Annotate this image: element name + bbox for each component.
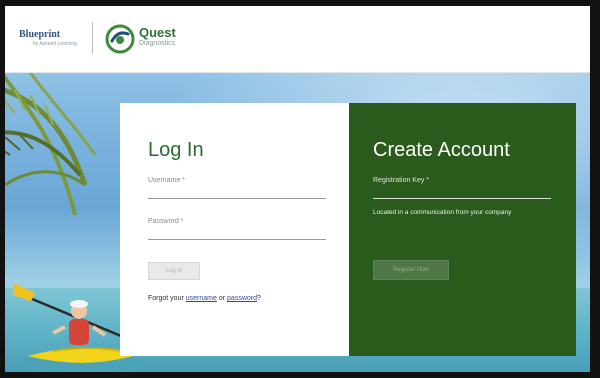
registration-key-hint: Located in a communication from your com… <box>373 209 512 216</box>
header-bar: Blueprint by Ascend Learning Quest Diagn… <box>5 6 590 73</box>
login-button[interactable]: Log In <box>148 262 200 280</box>
forgot-credentials-text: Forgot your username or password? <box>148 295 261 302</box>
forgot-password-link[interactable]: password <box>227 295 257 302</box>
username-underline <box>148 198 326 199</box>
username-field[interactable]: Username * <box>148 177 326 199</box>
create-account-panel: Create Account Registration Key * Locate… <box>349 103 576 356</box>
app-window: Blueprint by Ascend Learning Quest Diagn… <box>0 0 600 378</box>
quest-tagline: Diagnostics <box>139 40 176 47</box>
login-panel: Log In Username * Password * Log In Forg… <box>120 103 350 356</box>
blueprint-logo: Blueprint by Ascend Learning <box>19 30 77 47</box>
register-button[interactable]: Register Now <box>373 260 449 280</box>
forgot-or: or <box>218 295 226 302</box>
forgot-username-link[interactable]: username <box>186 295 217 302</box>
password-field[interactable]: Password * <box>148 218 326 240</box>
quest-logo: Quest Diagnostics <box>139 26 176 47</box>
registration-key-field[interactable]: Registration Key * <box>373 177 551 199</box>
hero-background: Log In Username * Password * Log In Forg… <box>5 73 590 372</box>
logo-divider <box>92 22 93 54</box>
quest-swirl-icon <box>105 24 135 54</box>
username-placeholder: Username * <box>148 177 185 184</box>
registration-key-underline <box>373 198 551 199</box>
forgot-suffix: ? <box>257 295 261 302</box>
password-placeholder: Password * <box>148 218 184 225</box>
blueprint-logo-text: Blueprint <box>19 29 61 40</box>
registration-key-placeholder: Registration Key * <box>373 177 430 184</box>
login-title: Log In <box>148 139 204 161</box>
password-underline <box>148 239 326 240</box>
create-account-title: Create Account <box>373 139 510 161</box>
forgot-prefix: Forgot your <box>148 295 184 302</box>
quest-logo-text: Quest <box>139 25 176 40</box>
blueprint-tagline: by Ascend Learning <box>33 41 77 47</box>
